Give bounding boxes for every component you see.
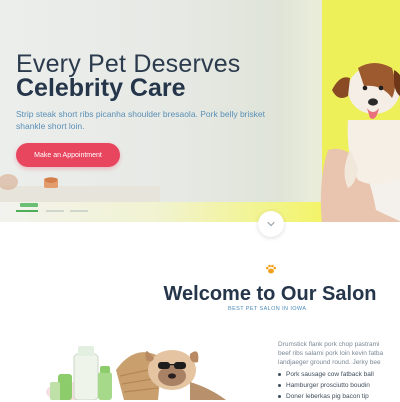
list-item: Doner leberkas pig bacon tip (278, 391, 400, 402)
list-item-text: Pork sausage cow fatback ball (286, 371, 374, 378)
about-paragraph-line: Drumstick flank pork chop pastrami (278, 341, 380, 348)
dog-photo (320, 63, 400, 222)
about-paragraph: Drumstick flank pork chop pastrami beef … (278, 340, 400, 367)
bullet-icon (278, 384, 281, 387)
feature-list: Pork sausage cow fatback ball Hamburger … (278, 369, 400, 402)
bullet-icon (278, 373, 281, 376)
slide-thumbnail-icon (20, 203, 38, 207)
slider-dot[interactable] (46, 210, 64, 212)
hero-description: Strip steak short ribs picanha shoulder … (16, 109, 265, 131)
list-item: Pork sausage cow fatback ball (278, 369, 400, 380)
chevron-down-icon (267, 221, 275, 227)
list-item: Hamburger prosciutto boudin (278, 380, 400, 391)
pet-products-image (46, 346, 226, 400)
hero-section: Every Pet Deserves Celebrity Care Strip … (0, 0, 400, 222)
welcome-title: Welcome to Our Salon (163, 283, 377, 305)
paw-icon (265, 264, 277, 274)
scroll-down-button[interactable] (258, 211, 284, 237)
hero-slider-nav (16, 203, 100, 213)
bullet-icon (278, 395, 281, 398)
welcome-subtitle: BEST PET SALON IN IOWA (228, 306, 307, 312)
make-appointment-button[interactable]: Make an Appointment (16, 143, 120, 167)
list-item-text: Doner leberkas pig bacon tip (286, 393, 369, 400)
list-item-text: Hamburger prosciutto boudin (286, 382, 370, 389)
slider-dot[interactable] (70, 210, 88, 212)
hero-background-decor (0, 174, 160, 202)
about-paragraph-line: landjaeger ground round. Jerky bee (278, 359, 381, 366)
slider-dot-active[interactable] (16, 210, 38, 212)
hero-title-line2: Celebrity Care (16, 74, 186, 102)
about-paragraph-line: beef ribs salami pork loin kevin fatba (278, 350, 384, 357)
